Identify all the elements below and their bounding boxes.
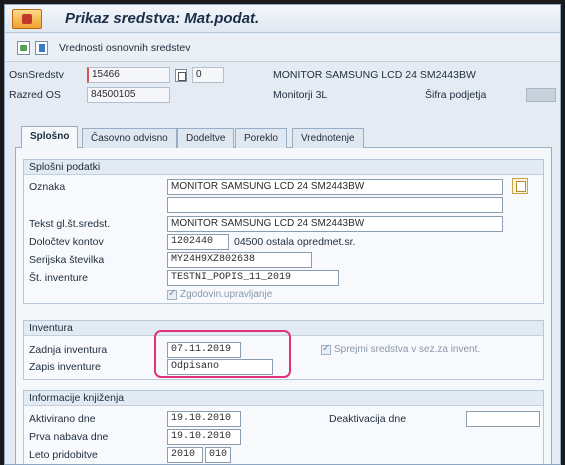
asset-class-field[interactable]: 84500105 — [87, 87, 170, 103]
main-text-field[interactable]: MONITOR SAMSUNG LCD 24 SM2443BW — [167, 216, 503, 232]
include-inventory-checkbox[interactable] — [321, 343, 331, 355]
tab-vrednotenje[interactable]: Vrednotenje — [292, 128, 364, 148]
deactivation-field[interactable] — [466, 411, 540, 427]
first-acquisition-field[interactable]: 19.10.2010 — [167, 429, 241, 445]
account-determination-label: Določtev kontov — [29, 236, 104, 248]
deactivation-label: Deaktivacija dne — [329, 413, 407, 425]
asset-values-button[interactable]: Vrednosti osnovnih sredstev — [59, 42, 191, 54]
tab-dodeltve[interactable]: Dodeltve — [177, 128, 235, 148]
account-determination-field[interactable]: 1202440 — [167, 234, 229, 250]
sap-window: Prikaz sredstva: Mat.podat. Vrednosti os… — [4, 4, 561, 465]
highlight-box — [154, 330, 291, 378]
description-field-2[interactable] — [167, 197, 503, 213]
tab-poreklo[interactable]: Poreklo — [235, 128, 287, 148]
acquisition-year-field[interactable]: 2010 — [167, 447, 203, 463]
account-determination-desc: 04500 ostala opredmet.sr. — [234, 236, 356, 248]
description-label: Oznaka — [29, 181, 66, 193]
acquisition-year-label: Leto pridobitve — [29, 449, 98, 461]
tab-strip: Splošno Časovno odvisno Dodeltve Poreklo… — [15, 126, 552, 148]
history-management-label: Zgodovin.upravljanje — [180, 289, 273, 300]
sub-number-field[interactable]: 0 — [192, 67, 224, 83]
include-inventory-label: Sprejmi sredstva v sez.za invent. — [334, 344, 481, 355]
last-inventory-label: Zadnja inventura — [29, 344, 108, 356]
page-title: Prikaz sredstva: Mat.podat. — [65, 10, 260, 27]
history-management-checkbox[interactable] — [167, 288, 177, 300]
asset-number-field[interactable]: 15466 — [87, 67, 170, 83]
company-code-field[interactable] — [526, 88, 556, 102]
description-field[interactable]: MONITOR SAMSUNG LCD 24 SM2443BW — [167, 179, 503, 195]
refresh-icon[interactable] — [17, 41, 30, 55]
document-icon[interactable] — [35, 41, 48, 55]
tab-splosno[interactable]: Splošno — [21, 126, 79, 148]
company-code-label: Šifra podjetja — [425, 89, 487, 101]
serial-number-field[interactable]: MY24H9XZ802638 — [167, 252, 312, 268]
asset-class-label: Razred OS — [9, 89, 61, 101]
asset-number-label: OsnSredstv — [9, 69, 64, 81]
inventory-note-label: Zapis inventure — [29, 361, 101, 373]
inventory-number-label: Št. inventure — [29, 272, 88, 284]
application-toolbar: Vrednosti osnovnih sredstev — [5, 34, 560, 62]
copy-icon[interactable] — [175, 69, 187, 82]
tab-casovno-odvisno[interactable]: Časovno odvisno — [82, 128, 177, 148]
sap-menu-icon[interactable] — [12, 9, 42, 29]
asset-description: MONITOR SAMSUNG LCD 24 SM2443BW — [273, 69, 476, 81]
main-text-label: Tekst gl.št.sredst. — [29, 218, 111, 230]
capitalized-on-field[interactable]: 19.10.2010 — [167, 411, 241, 427]
capitalized-on-label: Aktivirano dne — [29, 413, 96, 425]
asset-class-description: Monitorji 3L — [273, 89, 328, 101]
acquisition-period-field[interactable]: 010 — [205, 447, 231, 463]
general-data-title: Splošni podatki — [24, 160, 543, 175]
long-text-icon[interactable] — [512, 178, 528, 194]
posting-info-group: Informacije knjiženja — [23, 390, 544, 464]
first-acquisition-label: Prva nabava dne — [29, 431, 109, 443]
inventory-number-field[interactable]: TESTNI_POPIS_11_2019 — [167, 270, 339, 286]
title-bar: Prikaz sredstva: Mat.podat. — [5, 5, 560, 33]
posting-info-title: Informacije knjiženja — [24, 391, 543, 406]
serial-number-label: Serijska številka — [29, 254, 105, 266]
